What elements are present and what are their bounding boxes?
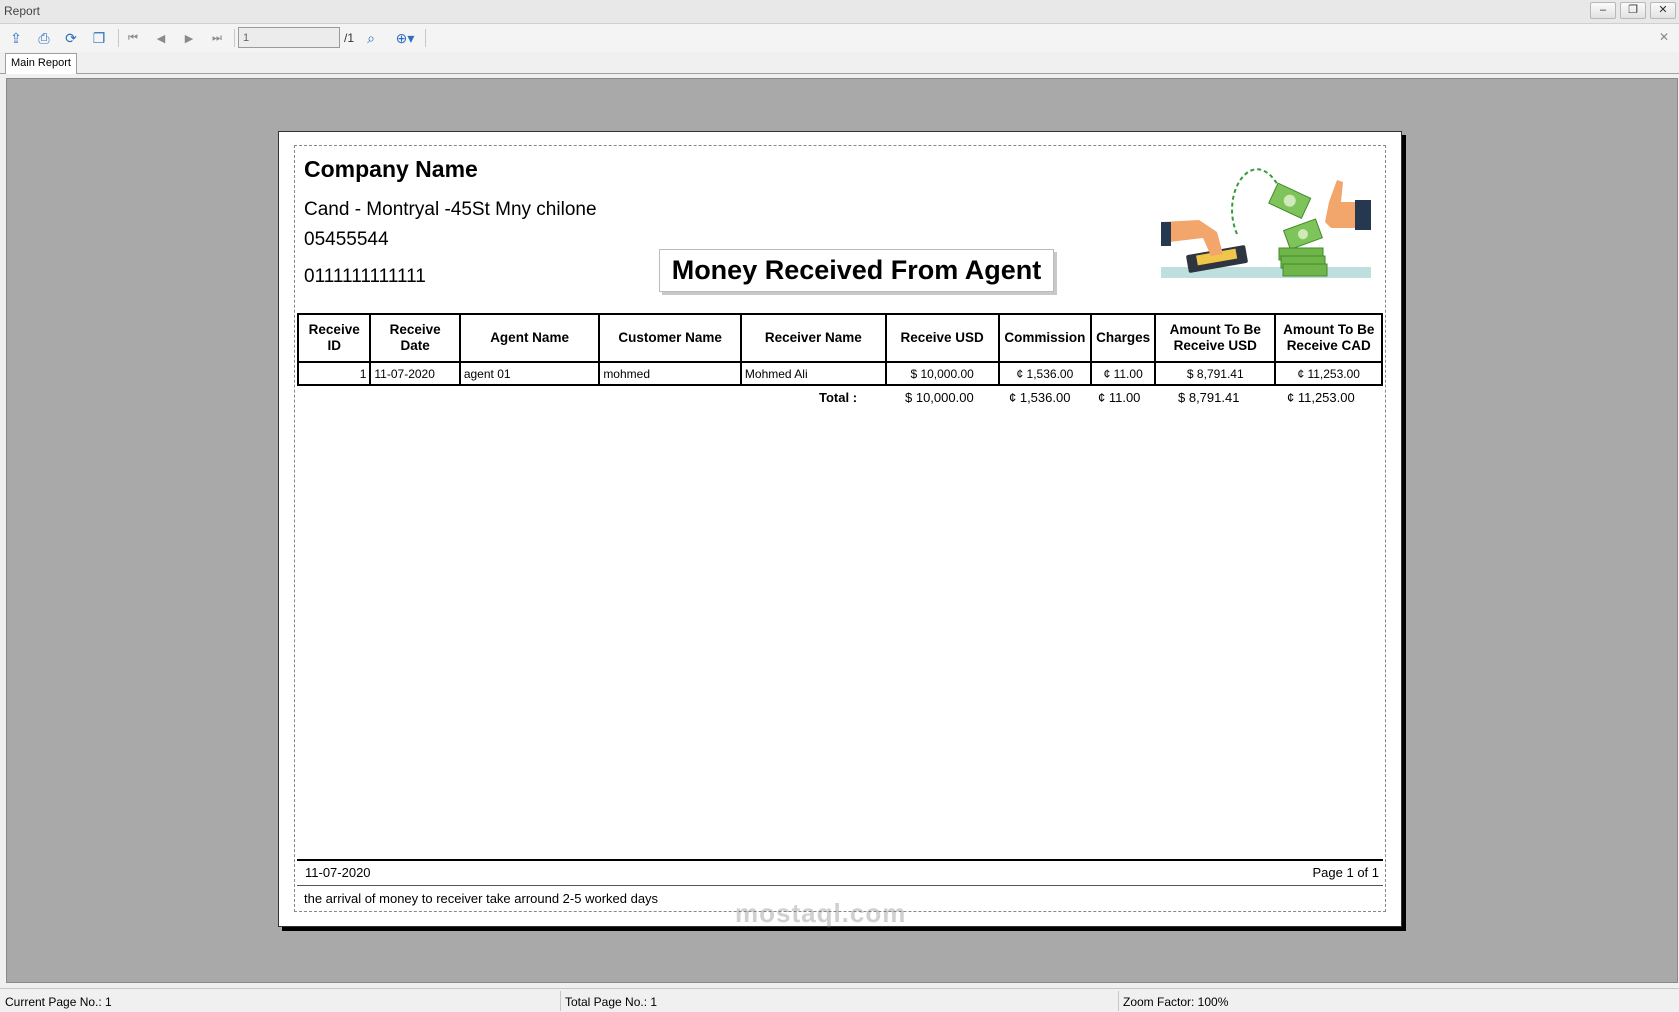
footer-page-number: Page 1 of 1 — [1312, 865, 1380, 880]
cell-agent-name: agent 01 — [458, 361, 601, 386]
minimize-button[interactable]: – — [1590, 2, 1616, 19]
status-bar: Current Page No.: 1 Total Page No.: 1 Zo… — [0, 988, 1679, 1012]
restore-button[interactable]: ❐ — [1620, 2, 1646, 19]
tab-main-report[interactable]: Main Report — [5, 53, 77, 74]
close-view-icon[interactable]: ✕ — [1659, 30, 1669, 44]
company-address: Cand - Montryal -45St Mny chilone — [304, 199, 597, 220]
column-header: Charges — [1090, 313, 1157, 363]
cell-receive-date: 11-07-2020 — [369, 361, 461, 386]
column-header: Agent Name — [458, 313, 601, 363]
refresh-icon[interactable]: ⟳ — [60, 28, 82, 48]
total-charges: ¢ 11.00 — [1098, 390, 1141, 405]
status-separator — [560, 991, 561, 1011]
company-name: Company Name — [304, 156, 478, 182]
table-row: 1 11-07-2020 agent 01 mohmed Mohmed Ali … — [296, 361, 1383, 386]
column-header: Amount To Be Receive CAD — [1274, 313, 1383, 363]
tab-strip: Main Report — [0, 52, 1679, 74]
cell-amount-cad: ¢ 11,253.00 — [1274, 361, 1383, 386]
previous-page-icon[interactable]: ◀ — [150, 28, 172, 48]
status-total-page: Total Page No.: 1 — [565, 995, 658, 1009]
cell-customer-name: mohmed — [598, 361, 742, 386]
next-page-icon[interactable]: ▶ — [178, 28, 200, 48]
column-header: Receive USD — [884, 313, 1000, 363]
total-label: Total : — [819, 390, 858, 405]
copy-icon[interactable]: ❐ — [88, 28, 110, 48]
cell-receive-id: 1 — [296, 361, 372, 386]
company-phone-2: 0111111111111 — [304, 266, 426, 287]
footer-divider — [297, 859, 1383, 861]
footer-divider — [297, 885, 1383, 886]
find-icon[interactable]: ⌕ — [360, 28, 382, 48]
table-header-row: Receive ID Receive Date Agent Name Custo… — [296, 313, 1383, 363]
status-separator — [1118, 991, 1119, 1011]
cell-receive-usd: $ 10,000.00 — [884, 361, 1000, 386]
total-receive-usd: $ 10,000.00 — [905, 390, 974, 405]
report-title: Money Received From Agent — [659, 249, 1054, 292]
column-header: Receiver Name — [739, 313, 887, 363]
window-title: Report — [4, 4, 41, 18]
cell-charges: ¢ 11.00 — [1090, 361, 1157, 386]
company-phone: 05455544 — [304, 229, 389, 250]
toolbar-separator — [425, 29, 426, 47]
cell-receiver-name: Mohmed Ali — [739, 361, 887, 386]
cell-commission: ¢ 1,536.00 — [997, 361, 1093, 386]
export-icon[interactable]: ⇪ — [5, 28, 27, 48]
page-number-input[interactable] — [238, 27, 340, 48]
window-titlebar: Report – ❐ ✕ — [0, 0, 1679, 24]
last-page-icon[interactable]: ⏭ — [206, 28, 228, 48]
status-zoom: Zoom Factor: 100% — [1123, 995, 1229, 1009]
toolbar-separator — [118, 29, 119, 47]
report-page: Company Name Cand - Montryal -45St Mny c… — [278, 131, 1402, 927]
total-commission: ¢ 1,536.00 — [1009, 390, 1071, 405]
column-header: Amount To Be Receive USD — [1154, 313, 1277, 363]
column-header: Receive Date — [369, 313, 461, 363]
money-transfer-illustration — [1161, 168, 1371, 278]
status-current-page: Current Page No.: 1 — [5, 995, 112, 1009]
total-amount-usd: $ 8,791.41 — [1178, 390, 1240, 405]
page-total-label: /1 — [344, 31, 355, 45]
column-header: Commission — [997, 313, 1093, 363]
report-table: Receive ID Receive Date Agent Name Custo… — [296, 313, 1383, 386]
watermark: mostaql.com — [735, 898, 907, 928]
cell-amount-usd: $ 8,791.41 — [1154, 361, 1277, 386]
column-header: Receive ID — [296, 313, 372, 363]
close-button[interactable]: ✕ — [1650, 2, 1676, 19]
footer-date: 11-07-2020 — [305, 865, 371, 880]
column-header: Customer Name — [598, 313, 742, 363]
total-amount-cad: ¢ 11,253.00 — [1287, 390, 1355, 405]
print-icon[interactable]: ⎙ — [33, 28, 55, 48]
footer-note: the arrival of money to receiver take ar… — [304, 891, 659, 906]
zoom-icon[interactable]: ⊕▾ — [390, 28, 420, 48]
first-page-icon[interactable]: ⏮ — [122, 28, 144, 48]
toolbar-separator — [234, 29, 235, 47]
